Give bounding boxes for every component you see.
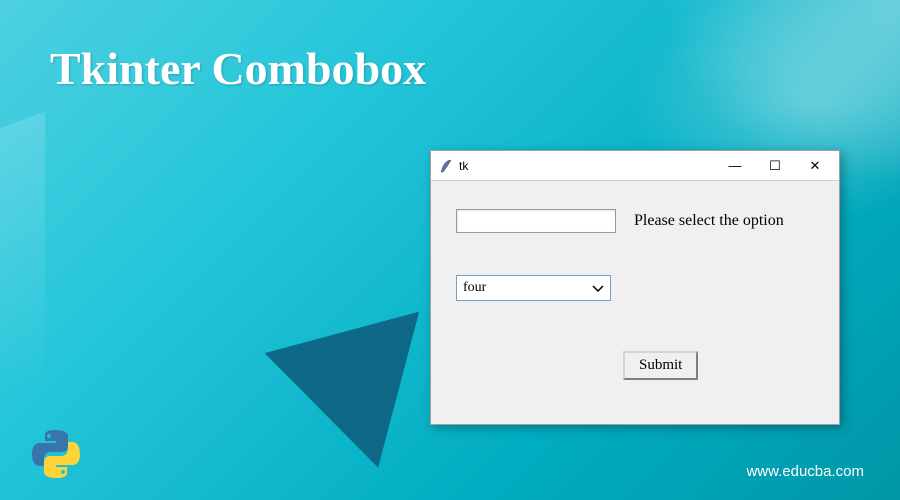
tk-feather-icon [439,158,453,174]
close-button[interactable]: ✕ [795,152,835,180]
window-title: tk [459,159,715,173]
minimize-button[interactable]: — [715,152,755,180]
watermark-text: www.educba.com [746,463,864,480]
page-title: Tkinter Combobox [50,42,426,95]
prompt-label: Please select the option [634,212,784,230]
text-input[interactable] [456,209,616,233]
maximize-icon: ☐ [769,158,781,174]
maximize-button[interactable]: ☐ [755,152,795,180]
window-body: Please select the option four Submit [431,181,839,424]
window-controls: — ☐ ✕ [715,152,835,180]
combobox-selected-value: four [463,280,592,296]
python-logo-icon [28,426,84,482]
combobox[interactable]: four [456,275,611,301]
input-row: Please select the option [456,209,814,233]
tkinter-app-window: tk — ☐ ✕ Please select the option four [430,150,840,425]
chevron-down-icon [592,280,606,296]
close-icon: ✕ [810,158,821,174]
bg-accent-left [0,112,45,408]
submit-button[interactable]: Submit [623,351,698,380]
window-titlebar[interactable]: tk — ☐ ✕ [431,151,839,181]
minimize-icon: — [729,158,742,173]
